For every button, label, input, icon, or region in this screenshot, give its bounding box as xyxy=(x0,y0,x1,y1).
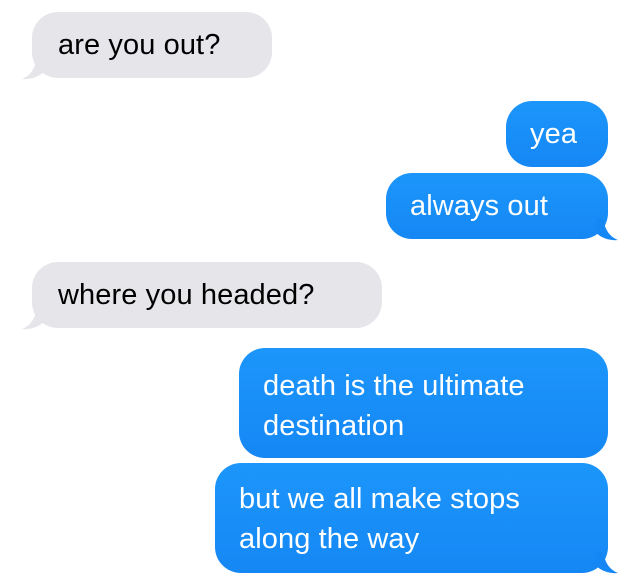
incoming-message-bubble[interactable]: where you headed? xyxy=(32,262,382,328)
outgoing-message-bubble[interactable]: but we all make stops along the way xyxy=(215,463,608,573)
message-text-line: death is the ultimate xyxy=(263,370,525,402)
message-text-line: but we all make stops xyxy=(239,483,520,515)
outgoing-message-bubble[interactable]: yea xyxy=(506,101,608,167)
message-text-line: destination xyxy=(263,410,405,442)
message-text-line: along the way xyxy=(239,523,420,555)
message-text: where you headed? xyxy=(58,279,315,311)
outgoing-bubble-tail xyxy=(596,552,620,574)
message-text: always out xyxy=(410,190,549,222)
message-thread: are you out? yea always out where you he… xyxy=(0,0,640,577)
message-text: yea xyxy=(530,118,578,150)
message-text: are you out? xyxy=(58,29,221,61)
incoming-bubble-tail xyxy=(20,308,44,330)
incoming-bubble-tail xyxy=(20,58,44,80)
outgoing-bubble-tail xyxy=(596,219,620,241)
outgoing-message-bubble[interactable]: death is the ultimate destination xyxy=(239,348,608,458)
outgoing-message-bubble[interactable]: always out xyxy=(386,173,608,239)
incoming-message-bubble[interactable]: are you out? xyxy=(32,12,272,78)
